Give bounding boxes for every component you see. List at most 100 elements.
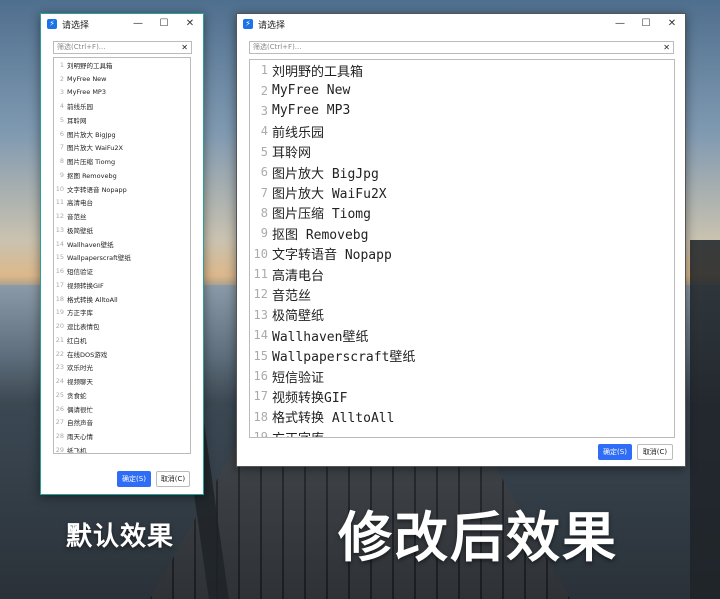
list-item[interactable]: 8 图片压缩 Tiomg [54, 154, 190, 168]
close-button[interactable]: ✕ [177, 14, 203, 34]
list-item[interactable]: 13 极简壁纸 [54, 223, 190, 237]
item-label: 自然声音 [67, 419, 93, 428]
ok-button[interactable]: 确定(S) [598, 444, 632, 460]
line-number: 26 [55, 404, 64, 413]
list-item[interactable]: 28 雨天心情 [54, 429, 190, 443]
item-list[interactable]: 1 刘明野的工具箱 2 MyFree New 3 MyFree MP3 4 前线乐园 5 耳聆网 6… [249, 59, 675, 438]
list-item[interactable]: 27 自然声音 [54, 416, 190, 430]
list-item[interactable]: 3 MyFree MP3 [250, 101, 674, 121]
item-label: 短信验证 [67, 268, 93, 277]
filter-input[interactable]: 筛选(Ctrl+F)... ✕ [249, 41, 674, 54]
line-number: 14 [253, 328, 268, 343]
item-label: 贪食蛇 [67, 391, 87, 400]
list-item[interactable]: 5 耳聆网 [54, 113, 190, 127]
item-label: Wallhaven壁纸 [67, 240, 114, 249]
ok-button[interactable]: 确定(S) [117, 471, 151, 487]
list-item[interactable]: 12 音范丝 [54, 209, 190, 223]
list-item[interactable]: 29 纸飞机 [54, 443, 190, 454]
list-item[interactable]: 18 格式转换 AlltoAll [250, 407, 674, 427]
list-item[interactable]: 17 视频转换GIF [250, 386, 674, 406]
item-label: 雨天心情 [67, 433, 93, 442]
list-item[interactable]: 8 图片压缩 Tiomg [250, 203, 674, 223]
list-item[interactable]: 18 格式转换 AlltoAll [54, 292, 190, 306]
list-item[interactable]: 5 耳聆网 [250, 142, 674, 162]
list-item[interactable]: 6 图片放大 BigJpg [250, 162, 674, 182]
list-item[interactable]: 14 Wallhaven壁纸 [54, 237, 190, 251]
default-select-dialog: ⚡ 请选择 — ☐ ✕ 筛选(Ctrl+F)... ✕ 1 刘明野的工具箱 2 MyF… [40, 13, 204, 495]
item-label: Wallpaperscraft壁纸 [67, 254, 131, 263]
list-item[interactable]: 10 文字转语音 Nopapp [250, 244, 674, 264]
line-number: 25 [55, 390, 64, 399]
list-item[interactable]: 19方正字库 [54, 306, 190, 320]
item-label: MyFree MP3 [272, 103, 351, 119]
list-item[interactable]: 14 Wallhaven壁纸 [250, 325, 674, 345]
minimize-button[interactable]: — [125, 14, 151, 34]
line-number: 6 [260, 165, 268, 180]
cancel-button[interactable]: 取消(C) [156, 471, 190, 487]
list-item[interactable]: 3 MyFree MP3 [54, 86, 190, 100]
item-label: 红白机 [67, 336, 87, 345]
list-item[interactable]: 20 逗比表情包 [54, 319, 190, 333]
maximize-button[interactable]: ☐ [151, 14, 177, 34]
list-item[interactable]: 23 欢乐时光 [54, 361, 190, 375]
line-number: 5 [59, 115, 64, 124]
list-item[interactable]: 24 视频聊天 [54, 374, 190, 388]
list-item[interactable]: 11 高清电台 [250, 264, 674, 284]
clear-icon[interactable]: ✕ [663, 42, 670, 53]
line-number: 16 [253, 369, 268, 384]
list-item[interactable]: 16 短信验证 [54, 264, 190, 278]
list-item[interactable]: 25 贪食蛇 [54, 388, 190, 402]
filter-input[interactable]: 筛选(Ctrl+F)... ✕ [53, 41, 192, 54]
minimize-button[interactable]: — [607, 14, 633, 34]
list-item[interactable]: 2 MyFree New [54, 72, 190, 86]
list-item[interactable]: 12 音范丝 [250, 284, 674, 304]
list-item[interactable]: 11 高清电台 [54, 196, 190, 210]
list-item[interactable]: 22 在线DOS游戏 [54, 347, 190, 361]
list-item[interactable]: 19方正字库 [250, 427, 674, 437]
line-number: 7 [59, 143, 64, 152]
list-item[interactable]: 21 红白机 [54, 333, 190, 347]
item-label: 耳聆网 [67, 116, 87, 125]
modified-select-dialog: ⚡ 请选择 — ☐ ✕ 筛选(Ctrl+F)... ✕ 1 刘明野的工具箱 2 MyF… [236, 13, 686, 467]
modified-effect-caption: 修改后效果 [338, 506, 618, 569]
item-label: 图片压缩 Tiomg [67, 158, 116, 167]
pier-rail-right [690, 240, 720, 599]
line-number: 2 [59, 74, 64, 83]
line-number: 29 [55, 445, 64, 454]
list-item[interactable]: 15 Wallpaperscraft壁纸 [54, 251, 190, 265]
item-label: 图片放大 BigJpg [272, 166, 379, 182]
list-item[interactable]: 9 抠图 Removebg [250, 223, 674, 243]
list-item[interactable]: 4 前线乐园 [54, 99, 190, 113]
list-item[interactable]: 17 视频转换GIF [54, 278, 190, 292]
list-item[interactable]: 1 刘明野的工具箱 [54, 58, 190, 72]
list-item[interactable]: 26 偶请很忙 [54, 402, 190, 416]
cancel-button[interactable]: 取消(C) [637, 444, 673, 460]
list-item[interactable]: 7 图片放大 WaiFu2X [250, 182, 674, 203]
list-item[interactable]: 2 MyFree New [250, 80, 674, 100]
line-number: 20 [55, 322, 64, 331]
list-item[interactable]: 4 前线乐园 [250, 121, 674, 141]
item-label: 视频聊天 [67, 378, 93, 387]
item-label: Wallhaven壁纸 [272, 329, 369, 345]
list-item[interactable]: 16 短信验证 [250, 366, 674, 386]
item-label: 方正字库 [67, 309, 93, 318]
line-number: 1 [260, 63, 268, 78]
list-item[interactable]: 15 Wallpaperscraft壁纸 [250, 345, 674, 366]
clear-icon[interactable]: ✕ [181, 42, 188, 53]
line-number: 12 [253, 287, 268, 302]
list-item[interactable]: 1 刘明野的工具箱 [250, 60, 674, 80]
line-number: 23 [55, 363, 64, 372]
line-number: 10 [55, 184, 64, 193]
list-item[interactable]: 6 图片放大 BigJpg [54, 127, 190, 141]
item-list[interactable]: 1 刘明野的工具箱 2 MyFree New 3 MyFree MP3 4 前线乐园 5 耳聆网 6… [53, 57, 191, 454]
list-item[interactable]: 10 文字转语音 Nopapp [54, 182, 190, 196]
list-item[interactable]: 7 图片放大 WaiFu2X [54, 141, 190, 155]
item-label: 高清电台 [272, 268, 325, 284]
item-label: 前线乐园 [272, 125, 325, 141]
list-item[interactable]: 13 极简壁纸 [250, 305, 674, 325]
title-bar[interactable]: ⚡ 请选择 — ☐ ✕ [237, 14, 685, 34]
title-bar[interactable]: ⚡ 请选择 — ☐ ✕ [41, 14, 203, 34]
list-item[interactable]: 9 抠图 Removebg [54, 168, 190, 182]
close-button[interactable]: ✕ [659, 14, 685, 34]
maximize-button[interactable]: ☐ [633, 14, 659, 34]
